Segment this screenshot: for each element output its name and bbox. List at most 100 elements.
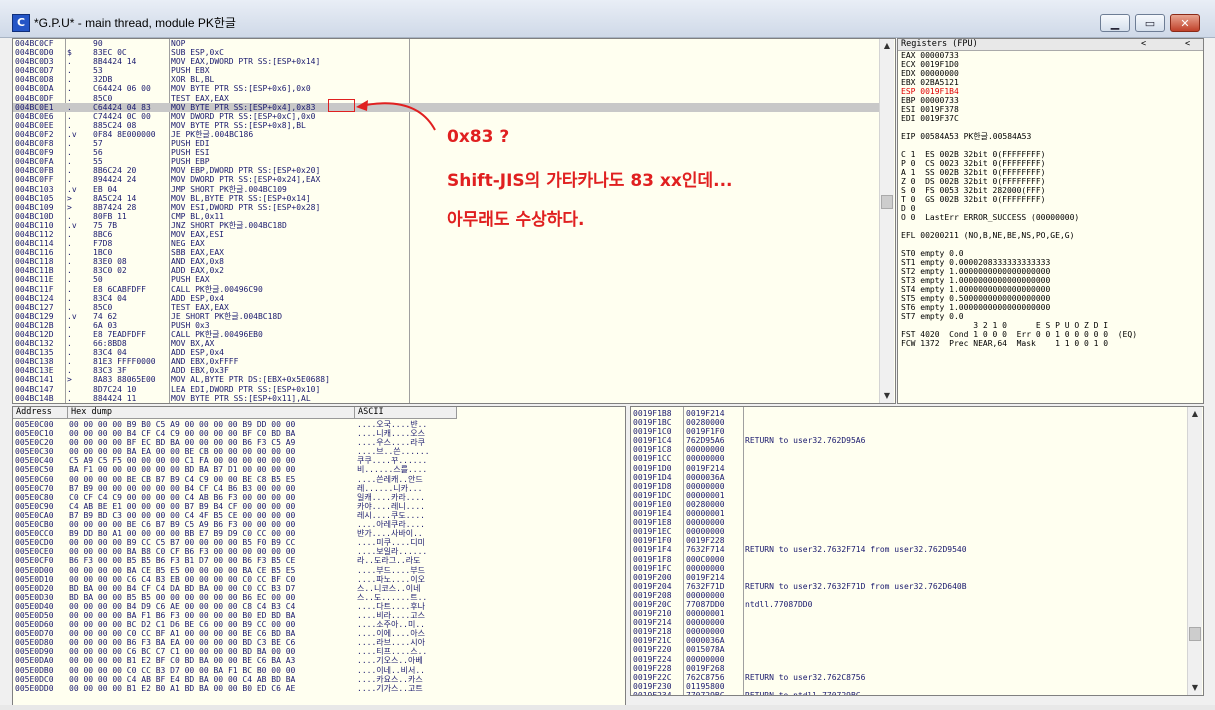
- dump-row[interactable]: 005E0D20 BD BA 00 00 B4 CF C4 DA BD BA 00…: [13, 584, 625, 593]
- register-row[interactable]: EIP 00584A53 PK한글.00584A53: [898, 132, 1203, 141]
- instruction-row[interactable]: 004BC0FF. 894424 24 MOV DWORD PTR SS:[ESP+…: [13, 175, 879, 184]
- instruction-row[interactable]: 004BC147. 8D7C24 10 LEA EDI,DWORD PTR SS:[…: [13, 385, 879, 394]
- instruction-row[interactable]: 004BC0DA. C64424 06 00 MOV BYTE PTR SS:[ES…: [13, 84, 879, 93]
- register-row[interactable]: P 0 CS 0023 32bit 0(FFFFFFFF): [898, 159, 1203, 168]
- register-row[interactable]: ST4 empty 1.0000000000000000000: [898, 285, 1203, 294]
- stack-row[interactable]: 0019F20C 77087DD0 ntdll.77087DD0: [631, 600, 1187, 609]
- stack-row[interactable]: 0019F1E0 00280000: [631, 500, 1187, 509]
- stack-row[interactable]: 0019F1B8 0019F214: [631, 409, 1187, 418]
- dump-row[interactable]: 005E0C30 00 00 00 00 BA EA 00 00 BE CB 00…: [13, 447, 625, 456]
- register-row[interactable]: ECX 0019F1D0: [898, 60, 1203, 69]
- stack-row[interactable]: 0019F218 00000000: [631, 627, 1187, 636]
- registers-prev-button[interactable]: <: [1141, 39, 1146, 50]
- instruction-row[interactable]: 004BC13E. 83C3 3F ADD EBX,0x3F: [13, 366, 879, 375]
- hex-dump-pane[interactable]: Address Hex dump ASCII 005E0C00 00 00 00 …: [12, 406, 626, 706]
- dump-row[interactable]: 005E0D90 00 00 00 00 C6 BC C7 C1 00 00 00…: [13, 647, 625, 656]
- scroll-up-icon[interactable]: ▲: [880, 39, 894, 53]
- instruction-row[interactable]: 004BC114. F7D8 NEG EAX: [13, 239, 879, 248]
- instruction-row[interactable]: 004BC135. 83C4 04 ADD ESP,0x4: [13, 348, 879, 357]
- instruction-row[interactable]: 004BC11E. 50 PUSH EAX: [13, 275, 879, 284]
- instruction-row[interactable]: 004BC0CF 90 NOP: [13, 39, 879, 48]
- stack-row[interactable]: 0019F1BC 00280000: [631, 418, 1187, 427]
- stack-row[interactable]: 0019F1F0 0019F228: [631, 536, 1187, 545]
- dump-row[interactable]: 005E0CF0 B6 F3 00 00 B5 B5 B6 F3 B1 D7 00…: [13, 556, 625, 565]
- dump-row[interactable]: 005E0D10 00 00 00 00 C6 C4 B3 EB 00 00 00…: [13, 575, 625, 584]
- registers-next-button[interactable]: <: [1185, 39, 1190, 50]
- instruction-row[interactable]: 004BC103 .v EB 04 JMP SHORT PK한글.004BC109: [13, 185, 879, 194]
- scroll-down-icon[interactable]: ▼: [1188, 681, 1202, 695]
- stack-row[interactable]: 0019F1D0 0019F214: [631, 464, 1187, 473]
- register-row[interactable]: EAX 00000733: [898, 51, 1203, 60]
- stack-row[interactable]: 0019F208 00000000: [631, 591, 1187, 600]
- stack-row[interactable]: 0019F1D8 00000000: [631, 482, 1187, 491]
- register-row[interactable]: FCW 1372 Prec NEAR,64 Mask 1 1 0 0 1 0: [898, 339, 1203, 348]
- registers-pane[interactable]: Registers (FPU) < < EAX 00000733 ECX 0019…: [897, 38, 1204, 404]
- dump-row[interactable]: 005E0D50 00 00 00 00 BA F1 B6 F3 00 00 00…: [13, 611, 625, 620]
- register-row[interactable]: O 0 LastErr ERROR_SUCCESS (00000000): [898, 213, 1203, 222]
- register-row[interactable]: [898, 240, 1203, 249]
- register-row[interactable]: ST5 empty 0.5000000000000000000: [898, 294, 1203, 303]
- instruction-row[interactable]: 004BC110 .v 75 7B JNZ SHORT PK한글.004BC18D: [13, 221, 879, 230]
- register-row[interactable]: ST6 empty 1.0000000000000000000: [898, 303, 1203, 312]
- dump-row[interactable]: 005E0C50 BA F1 00 00 00 00 00 00 BD BA B7…: [13, 465, 625, 474]
- register-row[interactable]: T 0 GS 002B 32bit 0(FFFFFFFF): [898, 195, 1203, 204]
- dump-row[interactable]: 005E0C40 C5 A9 C5 F5 00 00 00 00 C1 FA 00…: [13, 456, 625, 465]
- stack-row[interactable]: 0019F1F8 000C0000: [631, 555, 1187, 564]
- instruction-row[interactable]: 004BC12B. 6A 03 PUSH 0x3: [13, 321, 879, 330]
- instruction-row[interactable]: 004BC127. 85C0 TEST EAX,EAX: [13, 303, 879, 312]
- instruction-row[interactable]: 004BC11B. 83C0 02 ADD EAX,0x2: [13, 266, 879, 275]
- stack-row[interactable]: 0019F230 01195800: [631, 682, 1187, 691]
- register-row[interactable]: C 1 ES 002B 32bit 0(FFFFFFFF): [898, 150, 1203, 159]
- dump-row[interactable]: 005E0DB0 00 00 00 00 C0 CC B3 D7 00 00 BA…: [13, 666, 625, 675]
- register-row[interactable]: EFL 00200211 (NO,B,NE,BE,NS,PO,GE,G): [898, 231, 1203, 240]
- stack-row[interactable]: 0019F1C8 00000000: [631, 445, 1187, 454]
- register-row[interactable]: [898, 123, 1203, 132]
- register-row[interactable]: EDI 0019F37C: [898, 114, 1203, 123]
- instruction-row[interactable]: 004BC118. 83E0 08 AND EAX,0x8: [13, 257, 879, 266]
- instruction-row[interactable]: 004BC0F9. 56 PUSH ESI: [13, 148, 879, 157]
- stack-row[interactable]: 0019F210 00000001: [631, 609, 1187, 618]
- dump-row[interactable]: 005E0C00 00 00 00 00 B9 B0 C5 A9 00 00 00…: [13, 420, 625, 429]
- dump-row[interactable]: 005E0D80 00 00 00 00 B6 F3 BA EA 00 00 00…: [13, 638, 625, 647]
- instruction-row[interactable]: 004BC0D0 $83EC 0C SUB ESP,0xC: [13, 48, 879, 57]
- stack-row[interactable]: 0019F1D4 0000036A: [631, 473, 1187, 482]
- stack-row[interactable]: 0019F1E4 00000001: [631, 509, 1187, 518]
- stack-row[interactable]: 0019F204 7632F71D RETURN to user32.7632F71…: [631, 582, 1187, 591]
- instruction-row[interactable]: 004BC132. 66:8BD8 MOV BX,AX: [13, 339, 879, 348]
- instruction-row[interactable]: 004BC0D8. 32DB XOR BL,BL: [13, 75, 879, 84]
- dump-row[interactable]: 005E0C20 00 00 00 00 BF EC BD BA 00 00 00…: [13, 438, 625, 447]
- dump-row[interactable]: 005E0C60 00 00 00 00 BE CB B7 B9 C4 C9 00…: [13, 475, 625, 484]
- stack-row[interactable]: 0019F234 770729BC RETURN to ntdll.770729BC: [631, 691, 1187, 695]
- register-row[interactable]: D 0: [898, 204, 1203, 213]
- register-row[interactable]: ST2 empty 1.0000000000000000000: [898, 267, 1203, 276]
- instruction-row[interactable]: 004BC0FA. 55 PUSH EBP: [13, 157, 879, 166]
- stack-row[interactable]: 0019F224 00000000: [631, 655, 1187, 664]
- instruction-row[interactable]: 004BC129 .v 74 62 JE SHORT PK한글.004BC18D: [13, 312, 879, 321]
- stack-scrollbar[interactable]: ▲ ▼: [1187, 407, 1202, 695]
- close-button[interactable]: ✕: [1170, 14, 1200, 32]
- dump-row[interactable]: 005E0D00 00 00 00 00 BA CE B5 E5 00 00 00…: [13, 566, 625, 575]
- instruction-row[interactable]: 004BC11F. E8 6CABFDFF CALL PK한글.00496C90: [13, 285, 879, 294]
- instruction-row[interactable]: 004BC105 >8A5C24 14 MOV BL,BYTE PTR SS:[ES…: [13, 194, 879, 203]
- stack-row[interactable]: 0019F228 0019F268: [631, 664, 1187, 673]
- stack-row[interactable]: 0019F200 0019F214: [631, 573, 1187, 582]
- register-row[interactable]: ST0 empty 0.0: [898, 249, 1203, 258]
- registers-header[interactable]: Registers (FPU) < <: [898, 39, 1203, 51]
- stack-row[interactable]: 0019F1C4 762D95A6 RETURN to user32.762D95A…: [631, 436, 1187, 445]
- register-row[interactable]: EDX 00000000: [898, 69, 1203, 78]
- instruction-row[interactable]: 004BC0D7. 53 PUSH EBX: [13, 66, 879, 75]
- stack-row[interactable]: 0019F214 00000000: [631, 618, 1187, 627]
- register-row[interactable]: ESP 0019F1B4: [898, 87, 1203, 96]
- register-row[interactable]: S 0 FS 0053 32bit 282000(FFF): [898, 186, 1203, 195]
- stack-row[interactable]: 0019F220 0015078A: [631, 645, 1187, 654]
- stack-row[interactable]: 0019F1DC 00000001: [631, 491, 1187, 500]
- scroll-down-icon[interactable]: ▼: [880, 389, 894, 403]
- dump-row[interactable]: 005E0D70 00 00 00 00 C0 CC BF A1 00 00 00…: [13, 629, 625, 638]
- stack-row[interactable]: 0019F1FC 00000000: [631, 564, 1187, 573]
- instruction-row[interactable]: 004BC10D. 80FB 11 CMP BL,0x11: [13, 212, 879, 221]
- dump-row[interactable]: 005E0DA0 00 00 00 00 B1 E2 BF C0 BD BA 00…: [13, 656, 625, 665]
- register-row[interactable]: EBX 02BA5121: [898, 78, 1203, 87]
- dump-row[interactable]: 005E0C10 00 00 00 00 B4 CF C4 C9 00 00 00…: [13, 429, 625, 438]
- register-row[interactable]: [898, 222, 1203, 231]
- instruction-row[interactable]: 004BC14B. 884424 11 MOV BYTE PTR SS:[ESP+0…: [13, 394, 879, 403]
